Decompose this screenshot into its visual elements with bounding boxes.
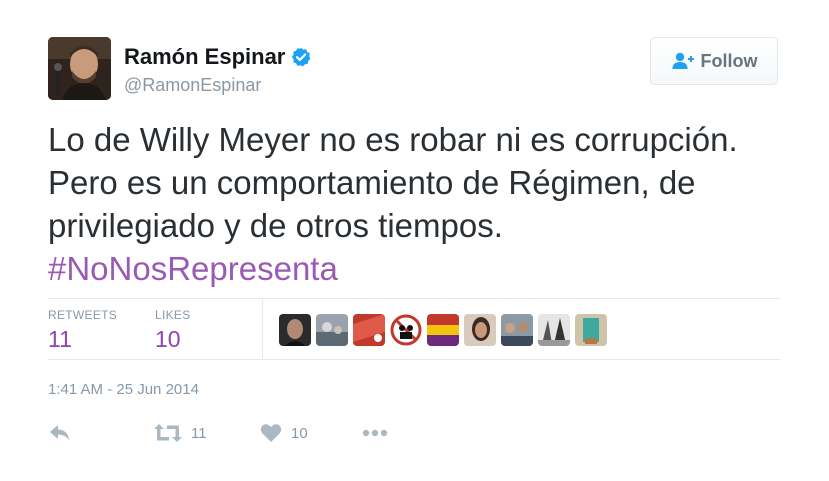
likes-count: 10 bbox=[155, 326, 181, 352]
tweet-card: Ramón Espinar @RamonEspinar Follow Lo de… bbox=[0, 0, 829, 481]
retweets-count: 11 bbox=[48, 326, 72, 352]
liker-avatar[interactable] bbox=[353, 314, 385, 346]
retweet-button[interactable]: 11 bbox=[154, 420, 207, 446]
follow-button-label: Follow bbox=[700, 50, 758, 71]
stats-separator bbox=[262, 300, 263, 358]
reply-button[interactable] bbox=[48, 420, 72, 446]
add-user-icon bbox=[672, 52, 694, 69]
liker-avatar[interactable] bbox=[390, 314, 422, 346]
tweet-text: Lo de Willy Meyer no es robar ni es corr… bbox=[48, 118, 788, 290]
author-name[interactable]: Ramón Espinar bbox=[124, 44, 311, 70]
hashtag-link[interactable]: #NoNosRepresenta bbox=[48, 250, 338, 287]
heart-icon bbox=[260, 424, 282, 442]
liker-avatar[interactable] bbox=[501, 314, 533, 346]
like-button[interactable]: 10 bbox=[260, 420, 308, 446]
author-avatar[interactable] bbox=[48, 37, 111, 100]
retweets-stat[interactable]: RETWEETS 11 bbox=[48, 308, 117, 353]
author-handle[interactable]: @RamonEspinar bbox=[124, 75, 261, 96]
retweet-icon bbox=[154, 424, 182, 442]
stats-top-divider bbox=[48, 298, 780, 299]
liker-avatar[interactable] bbox=[316, 314, 348, 346]
retweets-label: RETWEETS bbox=[48, 308, 118, 322]
likers-avatar-list bbox=[279, 314, 607, 346]
reply-icon bbox=[50, 425, 69, 440]
verified-badge-icon bbox=[291, 47, 311, 67]
likes-stat[interactable]: LIKES 10 bbox=[155, 308, 191, 353]
like-count: 10 bbox=[291, 424, 308, 442]
liker-avatar[interactable] bbox=[538, 314, 570, 346]
follow-button[interactable]: Follow bbox=[650, 37, 778, 85]
tweet-body: Lo de Willy Meyer no es robar ni es corr… bbox=[48, 121, 738, 244]
retweet-count: 11 bbox=[191, 424, 207, 442]
liker-avatar[interactable] bbox=[427, 314, 459, 346]
tweet-timestamp[interactable]: 1:41 AM - 25 Jun 2014 bbox=[48, 381, 199, 398]
liker-avatar[interactable] bbox=[575, 314, 607, 346]
stats-bottom-divider bbox=[48, 359, 780, 360]
liker-avatar[interactable] bbox=[464, 314, 496, 346]
author-name-text[interactable]: Ramón Espinar bbox=[124, 44, 285, 70]
liker-avatar[interactable] bbox=[279, 314, 311, 346]
more-options-button[interactable] bbox=[362, 420, 388, 446]
more-dots-icon bbox=[362, 429, 388, 437]
likes-label: LIKES bbox=[155, 308, 191, 322]
